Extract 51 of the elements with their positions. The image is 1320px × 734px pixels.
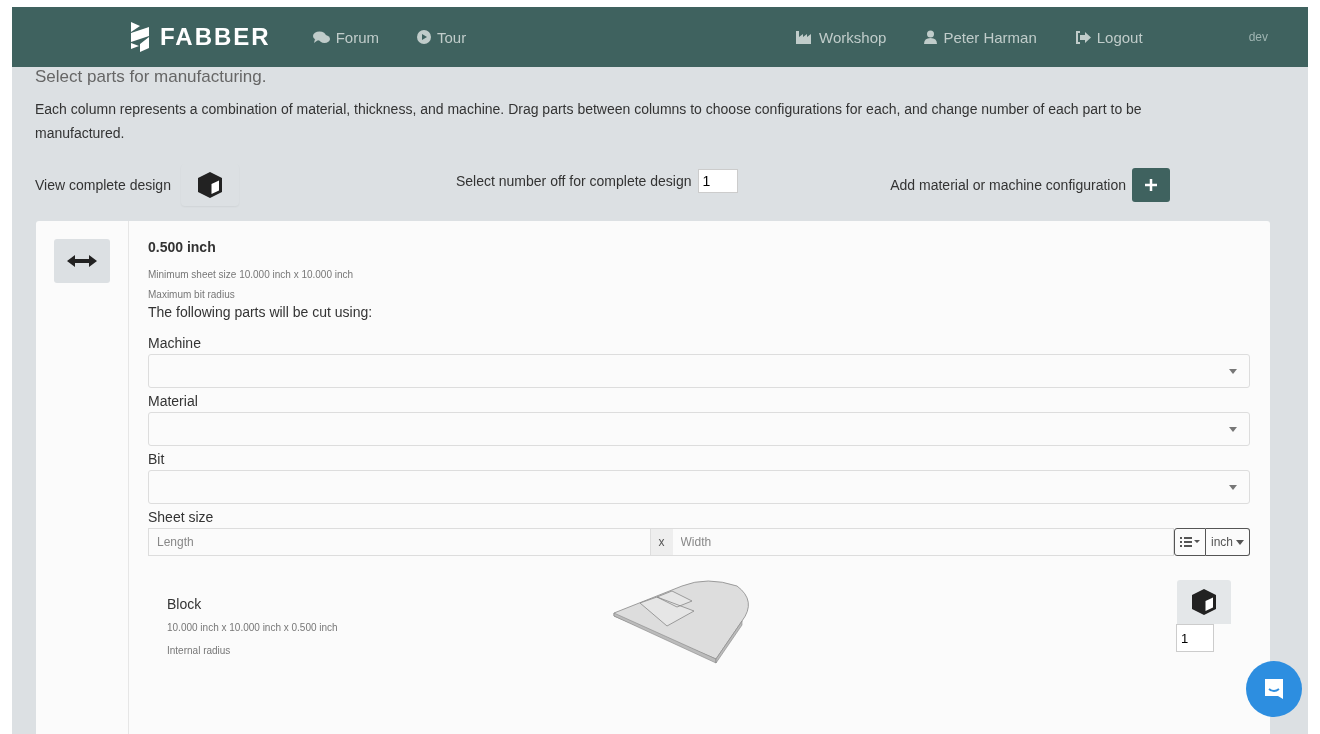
list-dropdown-button[interactable] [1174, 528, 1206, 556]
description-text: Each column represents a combination of material, thickness, and machine. Drag parts between columns to choose configurations for each, and change number of each part to be manufactured. [35, 100, 1143, 143]
number-off-field[interactable]: 1 [697, 169, 738, 193]
play-icon [417, 30, 431, 44]
view-part-button[interactable] [1177, 580, 1231, 624]
view-design-label: View complete design [35, 177, 171, 193]
part-note: Internal radius [167, 645, 232, 656]
caret-icon [1229, 368, 1237, 374]
intro-text: The following parts will be cut using: [148, 304, 374, 320]
length-field[interactable]: Length [148, 528, 651, 556]
plus-icon [1145, 179, 1157, 191]
part-name: Block [167, 596, 203, 612]
separator-text: x [650, 528, 673, 556]
field-label: Bit [148, 450, 166, 468]
brand-name: FABBER [160, 23, 271, 51]
field-label: Sheet size [148, 508, 215, 526]
min-sheet-text: Minimum sheet size 10.000 inch x 10.000 inch [148, 269, 355, 280]
nav-link[interactable]: Peter Harman [924, 28, 1037, 46]
number-off-label: Select number off for complete design [456, 173, 692, 189]
user-icon [924, 30, 938, 44]
width-field[interactable]: Width [672, 528, 1174, 556]
cube-icon [1189, 587, 1219, 617]
nav-link[interactable]: Workshop [796, 28, 887, 46]
chat-icon [312, 30, 330, 44]
caret-icon [1229, 484, 1237, 490]
double-arrow-icon [67, 255, 97, 267]
list-icon [1180, 537, 1200, 547]
move-handle[interactable] [54, 239, 110, 283]
add-config-label: Add material or machine configuration [890, 177, 1126, 193]
factory-icon [796, 30, 814, 44]
logo-icon [128, 22, 152, 52]
select-field[interactable] [148, 354, 1250, 388]
field-label: Material [148, 392, 199, 410]
page-heading: Select parts for manufacturing. [35, 67, 268, 87]
add-config-button[interactable] [1132, 168, 1170, 202]
nav-link[interactable]: Tour [417, 28, 467, 46]
nav-link[interactable]: Logout [1074, 28, 1143, 46]
environment-label: dev [1248, 30, 1268, 44]
quantity-field[interactable]: 1 [1176, 624, 1214, 652]
caret-icon [1236, 539, 1244, 545]
caret-icon [1229, 426, 1237, 432]
nav-link[interactable]: Forum [312, 28, 379, 46]
select-field[interactable] [148, 470, 1250, 504]
max-bit-text: Maximum bit radius [148, 289, 236, 300]
logout-icon [1074, 30, 1091, 44]
select-field[interactable] [148, 412, 1250, 446]
part-dimensions: 10.000 inch x 10.000 inch x 0.500 inch [167, 622, 339, 633]
thickness-title: 0.500 inch [148, 239, 217, 255]
unit-dropdown[interactable]: inch [1206, 528, 1250, 556]
chat-bubble-icon [1262, 677, 1286, 701]
field-label: Machine [148, 334, 202, 352]
